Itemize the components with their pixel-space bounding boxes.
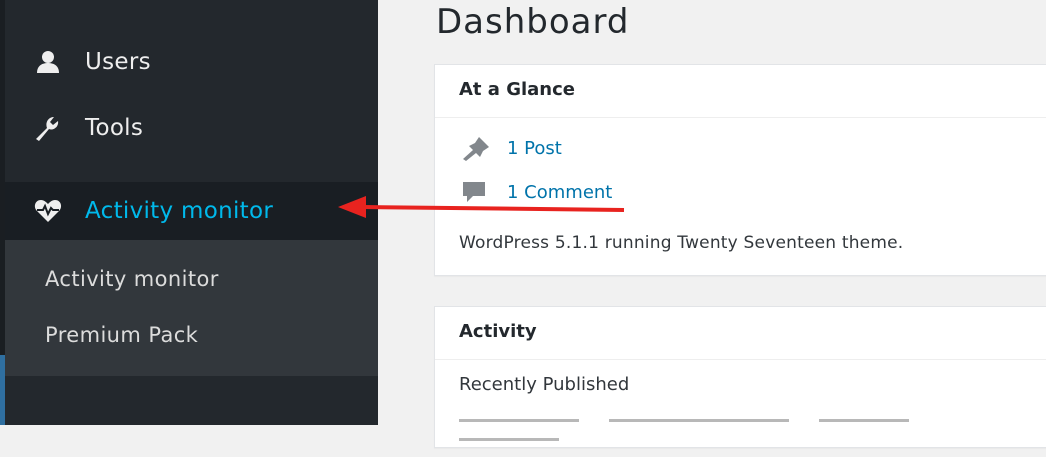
widget-header[interactable]: Activity <box>435 307 1046 360</box>
glance-row-comments: 1 Comment <box>459 178 612 206</box>
sidebar-item-users[interactable]: Users <box>5 36 378 88</box>
sidebar-submenu: Activity monitor Premium Pack <box>5 240 378 376</box>
sidebar-item-activity-monitor[interactable]: Activity monitor <box>5 182 378 240</box>
sidebar-item-label: Tools <box>85 115 144 141</box>
admin-sidebar: Users Tools Activity monitor Activity mo… <box>0 0 378 425</box>
posts-count-link[interactable]: 1 Post <box>507 138 562 159</box>
heartbeat-icon <box>34 200 62 222</box>
submenu-item-activity-monitor[interactable]: Activity monitor <box>45 267 219 291</box>
sidebar-item-label: Activity monitor <box>85 198 274 224</box>
cut-off-content <box>459 419 1019 441</box>
comments-count-link[interactable]: 1 Comment <box>507 182 612 203</box>
at-a-glance-widget: At a Glance 1 Post 1 Comment WordPress 5… <box>434 64 1046 276</box>
user-icon <box>37 51 59 73</box>
wrench-icon <box>36 117 59 141</box>
glance-row-posts: 1 Post <box>459 134 562 162</box>
page-title: Dashboard <box>436 2 630 42</box>
comment-icon <box>463 182 485 202</box>
wordpress-version-text: WordPress 5.1.1 running Twenty Seventeen… <box>459 233 904 253</box>
sidebar-item-label: Users <box>85 49 151 75</box>
sidebar-item-tools[interactable]: Tools <box>5 102 378 154</box>
widget-header[interactable]: At a Glance <box>435 65 1046 118</box>
submenu-item-premium-pack[interactable]: Premium Pack <box>45 323 198 347</box>
activity-widget: Activity Recently Published <box>434 306 1046 448</box>
pushpin-icon <box>463 137 489 161</box>
widget-title: At a Glance <box>459 79 575 100</box>
widget-title: Activity <box>459 321 537 342</box>
recently-published-heading: Recently Published <box>459 374 630 395</box>
